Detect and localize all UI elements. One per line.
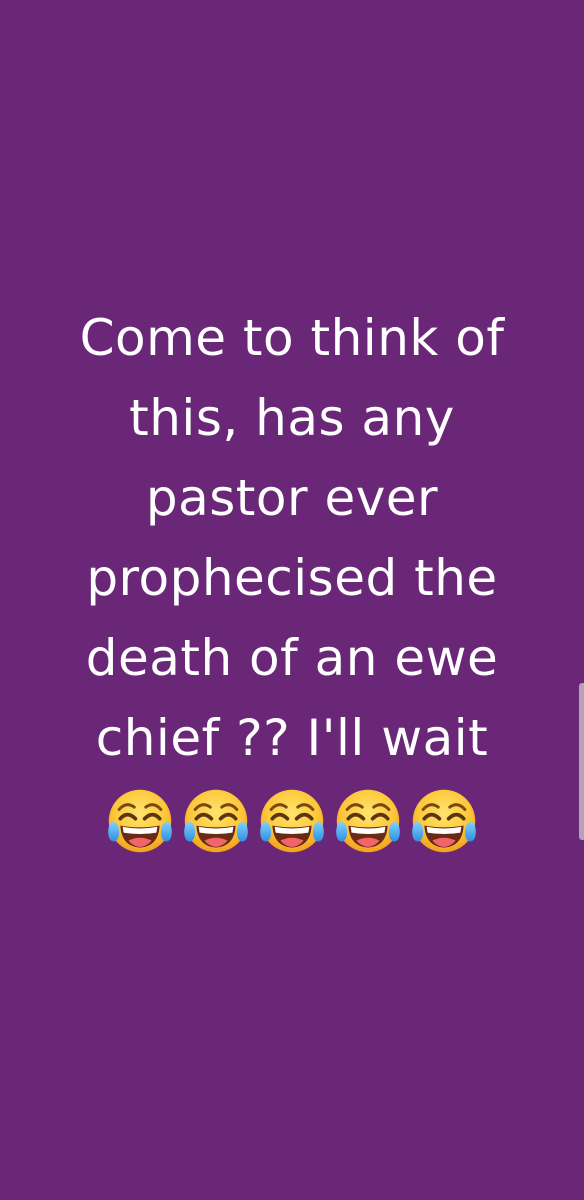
post-text-line: Come to think of: [79, 309, 505, 367]
post-text-line: death of an ewe: [85, 629, 499, 687]
post-text: Come to think of this, has any pastor ev…: [20, 298, 564, 858]
post-text-line: pastor ever: [145, 469, 439, 527]
face-with-tears-of-joy-icon: [179, 784, 253, 858]
post-text-line: chief ?? I'll wait: [95, 709, 489, 767]
face-with-tears-of-joy-icon: [331, 784, 405, 858]
post-text-line: prophecised the: [86, 549, 498, 607]
post-text-line: this, has any: [129, 389, 455, 447]
emoji-row: [20, 784, 564, 858]
face-with-tears-of-joy-icon: [255, 784, 329, 858]
status-post: Come to think of this, has any pastor ev…: [0, 0, 584, 1200]
scroll-handle[interactable]: [579, 683, 584, 840]
face-with-tears-of-joy-icon: [103, 784, 177, 858]
face-with-tears-of-joy-icon: [407, 784, 481, 858]
